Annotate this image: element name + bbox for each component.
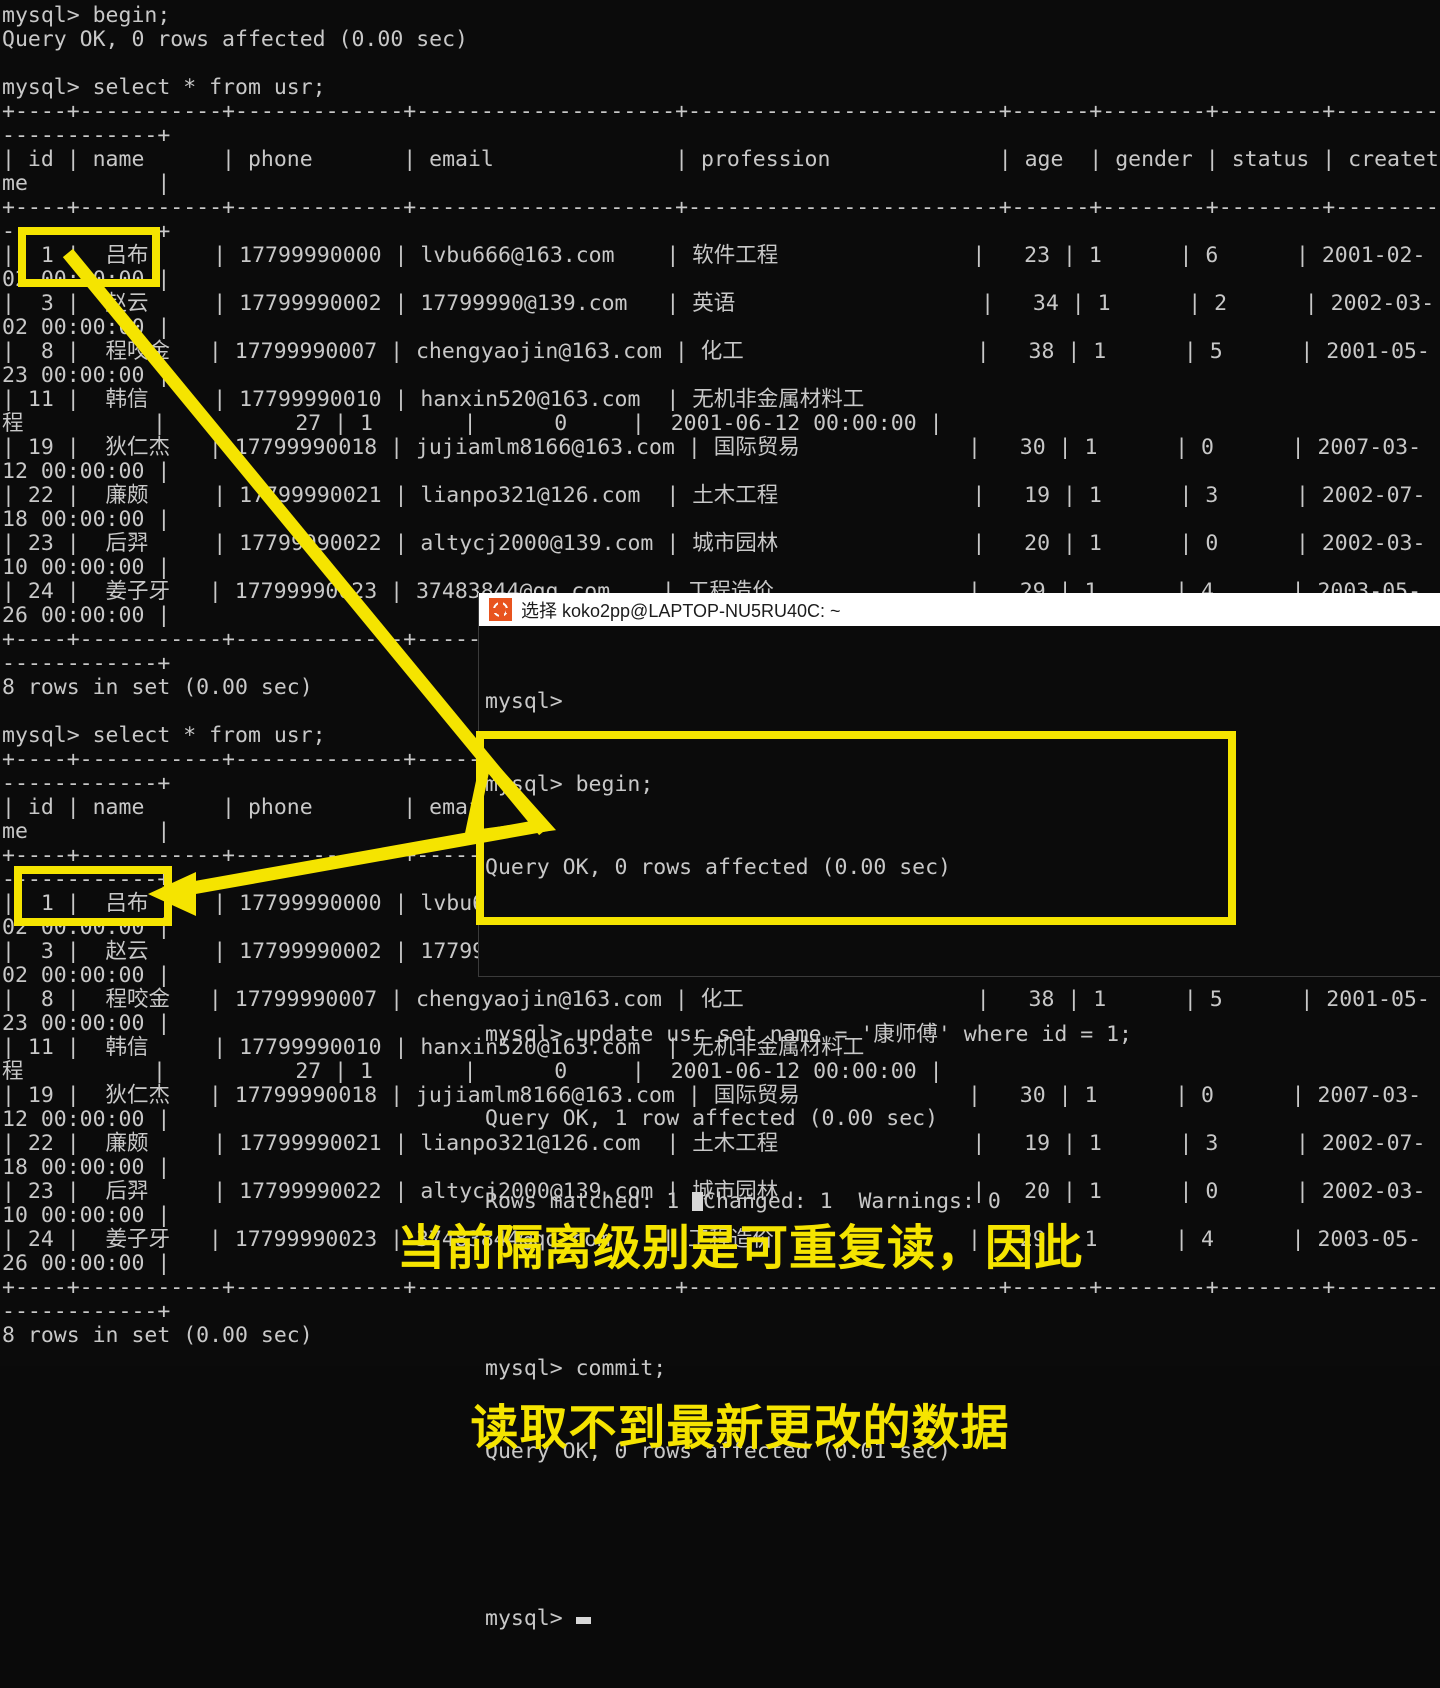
popup-line-prompt-1: mysql> — [485, 688, 563, 714]
popup-line-begin-result: Query OK, 0 rows affected (0.00 sec) — [485, 855, 951, 881]
ubuntu-icon — [489, 598, 512, 621]
terminal-line: | 3 | 赵云 | 17799990002 | 17799990@139.co… — [2, 291, 1435, 316]
final-prompt-text: mysql> — [485, 1605, 576, 1631]
terminal-line: +----+-----------+-------------+--------… — [2, 99, 1439, 124]
annotation-text: 当前隔离级别是可重复读，因此 读取不到最新更改的数据 — [300, 1098, 1180, 1518]
popup-line-final-prompt: mysql> — [485, 1605, 1440, 1633]
popup-line-blank-3 — [485, 1522, 1440, 1550]
terminal-line: | 23 | 后羿 | 17799990022 | altycj2000@139… — [2, 531, 1426, 556]
terminal-line: 18 00:00:00 | — [2, 507, 171, 532]
annotation-line-1: 当前隔离级别是可重复读，因此 — [396, 1220, 1083, 1276]
terminal-line: 10 00:00:00 | — [2, 555, 171, 580]
terminal-line: mysql> begin; — [2, 3, 171, 28]
terminal-line: ------------+ — [2, 219, 171, 244]
terminal-line: 23 00:00:00 | — [2, 363, 171, 388]
cursor-underscore — [575, 1616, 591, 1624]
terminal-line: 12 00:00:00 | — [2, 459, 171, 484]
terminal-line: ------------+ — [2, 123, 171, 148]
popup-line-begin: mysql> begin; — [485, 771, 654, 797]
terminal-line: | 19 | 狄仁杰 | 17799990018 | jujiamlm8166@… — [2, 435, 1422, 460]
terminal-line: mysql> select * from usr; — [2, 75, 326, 100]
popup-line-blank-1 — [485, 938, 1440, 966]
terminal-line: me | — [2, 171, 171, 196]
terminal-line: | id | name | phone | email | profession… — [2, 147, 1440, 172]
popup-title-text: 选择 koko2pp@LAPTOP-NU5RU40C: ~ — [521, 600, 841, 621]
terminal-line: 程 | 27 | 1 | 0 | 2001-06-12 00:00:00 | — [2, 411, 943, 436]
terminal-line: | 8 | 程咬金 | 17799990007 | chengyaojin@16… — [2, 339, 1430, 364]
annotation-line-2: 读取不到最新更改的数据 — [470, 1400, 1010, 1456]
terminal-line: +----+-----------+-------------+--------… — [2, 195, 1439, 220]
terminal-line: | 1 | 吕布 | 17799990000 | lvbu666@163.com… — [2, 243, 1426, 268]
popup-terminal-window[interactable]: 选择 koko2pp@LAPTOP-NU5RU40C: ~ mysql> mys… — [478, 593, 1440, 1631]
popup-titlebar[interactable]: 选择 koko2pp@LAPTOP-NU5RU40C: ~ — [479, 593, 1440, 626]
terminal-line: Query OK, 0 rows affected (0.00 sec) — [2, 27, 468, 52]
popup-line-update: mysql> update usr set name = '康师傅' where… — [485, 1022, 1132, 1048]
terminal-line: 02 00:00:00 | — [2, 267, 171, 292]
terminal-line: | 11 | 韩信 | 17799990010 | hanxin520@163.… — [2, 387, 865, 412]
terminal-line: | 22 | 廉颇 | 17799990021 | lianpo321@126.… — [2, 483, 1426, 508]
terminal-line: 02 00:00:00 | — [2, 315, 171, 340]
